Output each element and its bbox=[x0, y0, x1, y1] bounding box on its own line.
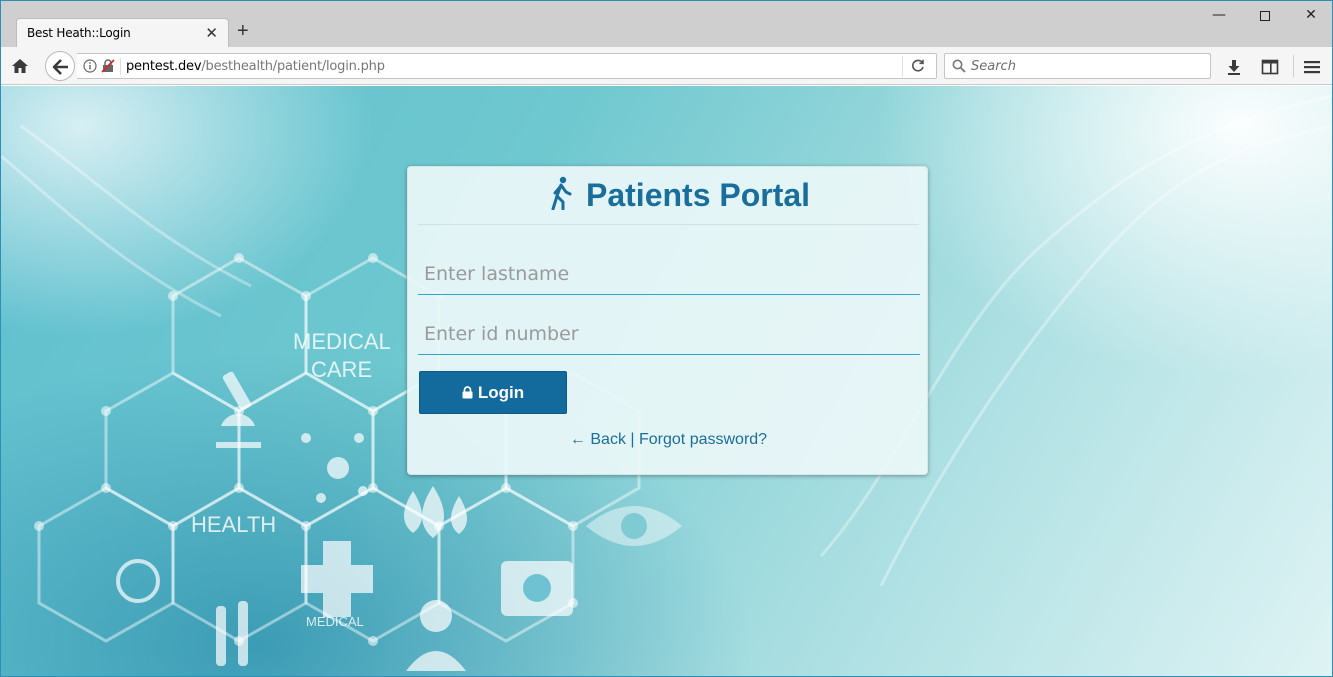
link-separator: | bbox=[630, 431, 635, 448]
maximize-icon[interactable] bbox=[1250, 7, 1280, 27]
login-button[interactable]: Login bbox=[419, 371, 567, 414]
lock-icon bbox=[462, 385, 473, 398]
download-icon[interactable] bbox=[1225, 58, 1243, 76]
home-icon[interactable] bbox=[11, 57, 29, 75]
window-close-icon[interactable]: ✕ bbox=[1296, 7, 1326, 27]
insecure-lock-icon[interactable] bbox=[101, 59, 115, 73]
browser-window: Best Heath::Login ✕ + — ✕ pentest.dev/be… bbox=[0, 0, 1333, 677]
login-button-label: Login bbox=[477, 382, 525, 402]
navigation-bar: pentest.dev/besthealth/patient/login.php bbox=[1, 47, 1332, 85]
login-links: ← Back | Forgot password? bbox=[408, 431, 929, 449]
url-path: /besthealth/patient/login.php bbox=[201, 59, 385, 74]
id-number-input[interactable] bbox=[418, 313, 920, 355]
back-button[interactable] bbox=[45, 51, 75, 81]
page-viewport: MEDICAL CARE HEALTH MEDICAL Patients Por… bbox=[1, 86, 1332, 676]
new-tab-icon[interactable]: + bbox=[237, 20, 249, 43]
bg-label-medical: MEDICAL bbox=[293, 329, 391, 354]
url-text[interactable]: pentest.dev/besthealth/patient/login.php bbox=[126, 59, 385, 74]
hamburger-menu-icon[interactable] bbox=[1303, 58, 1321, 76]
minimize-icon[interactable]: — bbox=[1204, 7, 1234, 27]
search-input[interactable] bbox=[971, 57, 1206, 76]
forgot-password-link[interactable]: Forgot password? bbox=[639, 431, 767, 448]
login-header: Patients Portal bbox=[418, 167, 919, 225]
search-icon bbox=[952, 59, 966, 73]
tab-bar: Best Heath::Login ✕ + — ✕ bbox=[1, 1, 1332, 47]
tab-title: Best Heath::Login bbox=[27, 26, 131, 40]
back-link[interactable]: ← Back bbox=[570, 431, 626, 448]
sidebar-icon[interactable] bbox=[1261, 58, 1279, 76]
bg-label-health: HEALTH bbox=[191, 512, 276, 537]
info-icon[interactable] bbox=[83, 59, 97, 73]
tab-close-icon[interactable]: ✕ bbox=[205, 24, 218, 42]
page-title: Patients Portal bbox=[586, 177, 811, 213]
menu-separator bbox=[1293, 55, 1294, 77]
arrow-left-icon bbox=[52, 59, 68, 75]
login-card: Patients Portal Login ← Back | Forgot pa… bbox=[407, 166, 928, 475]
browser-tab[interactable]: Best Heath::Login ✕ bbox=[16, 18, 229, 47]
bg-label-medical-small: MEDICAL bbox=[306, 614, 364, 629]
url-bar[interactable]: pentest.dev/besthealth/patient/login.php bbox=[77, 53, 937, 79]
lastname-input[interactable] bbox=[418, 253, 920, 295]
url-domain: pentest.dev bbox=[126, 59, 202, 74]
walking-person-icon bbox=[551, 176, 572, 210]
reload-separator bbox=[902, 56, 903, 77]
reload-icon[interactable] bbox=[910, 58, 926, 74]
search-bar[interactable] bbox=[944, 53, 1211, 79]
url-separator bbox=[120, 58, 121, 75]
bg-label-care: CARE bbox=[311, 357, 372, 382]
